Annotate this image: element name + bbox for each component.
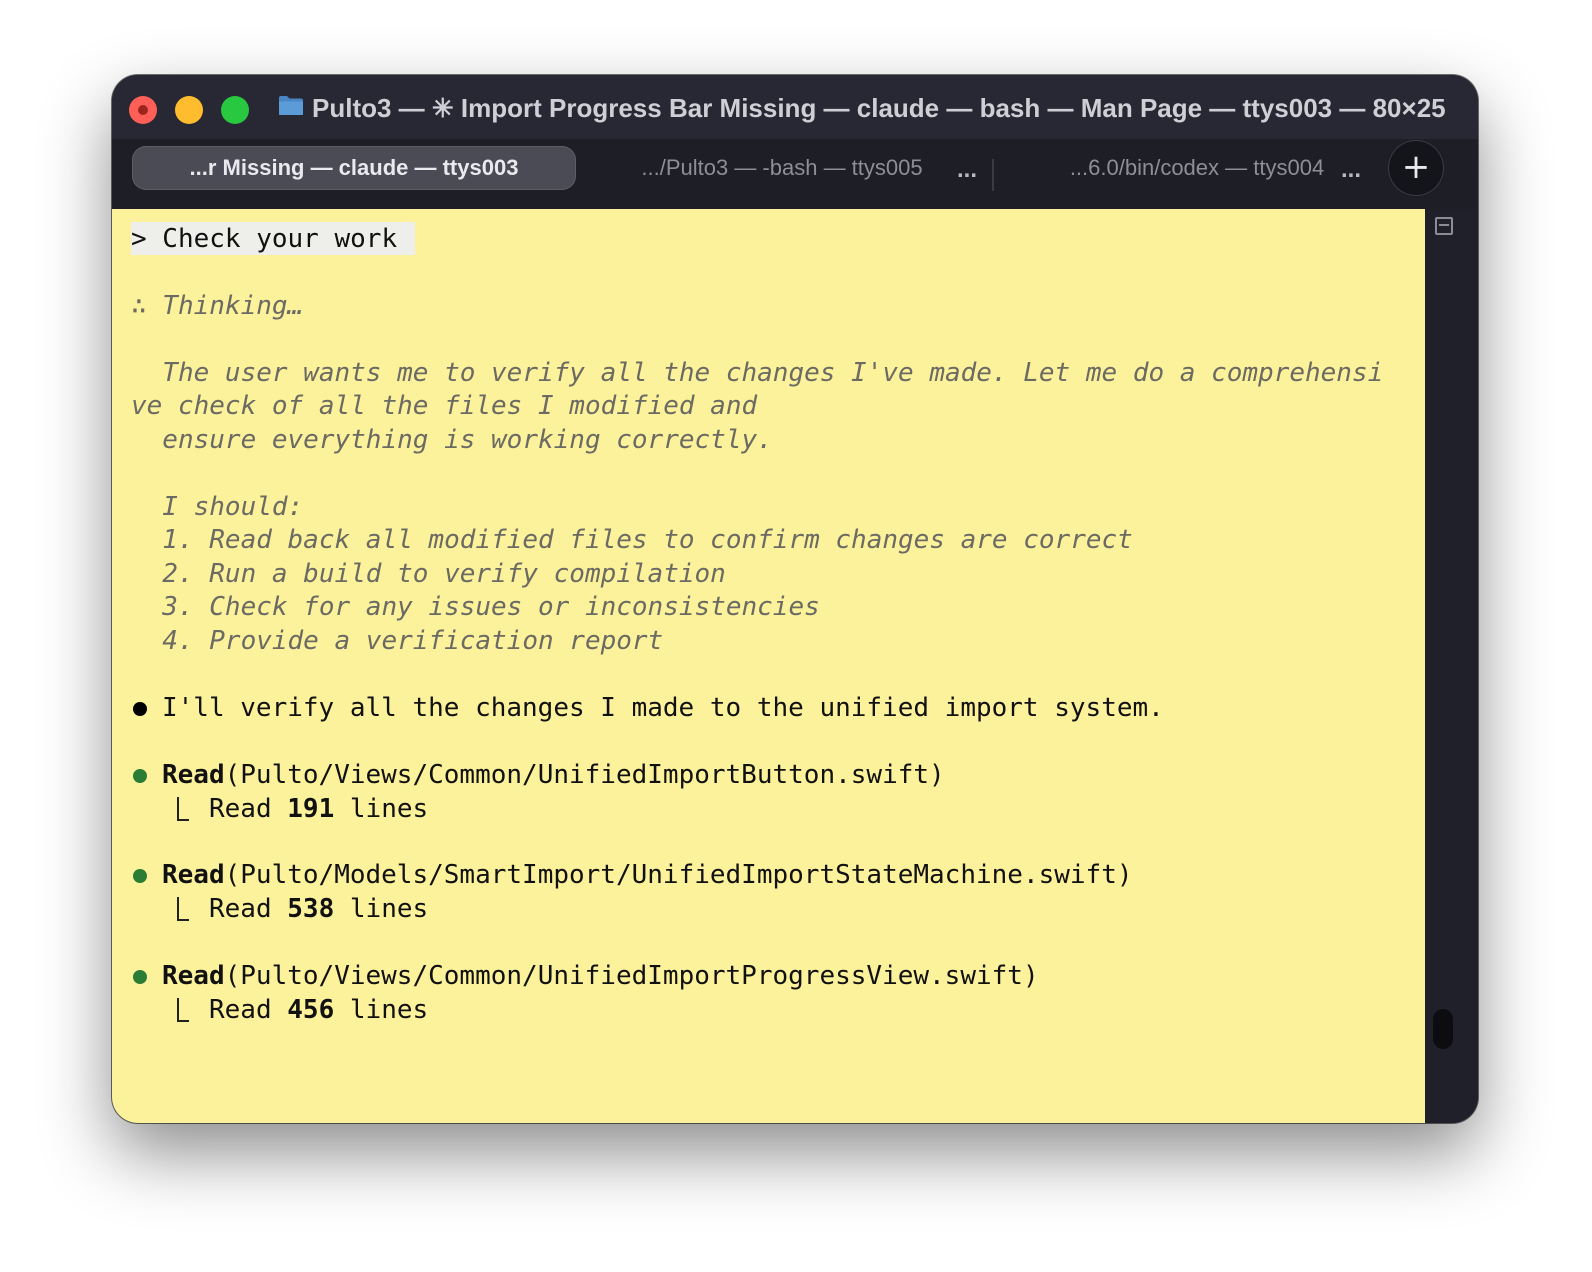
result-prefix: Read [209,794,288,824]
thinking-line: ve check of all the files I modified and [131,391,758,421]
result-suffix: lines [334,894,429,924]
tool-call: Read(Pulto/Views/Common/UnifiedImportBut… [162,758,945,792]
tree-branch-icon [177,897,189,921]
tool-path: (Pulto/Views/Common/UnifiedImportProgres… [224,961,1039,991]
tree-branch-icon [177,797,189,821]
close-button[interactable] [129,96,157,124]
result-suffix: lines [334,995,429,1025]
window-title: Pulto3 — ✳ Import Progress Bar Missing —… [312,93,1446,123]
thinking-line: 3. Check for any issues or inconsistenci… [131,592,820,622]
result-suffix: lines [334,794,429,824]
assistant-message: I'll verify all the changes I made to th… [162,693,1164,723]
zoom-button[interactable] [221,96,249,124]
tool-result: Read 456 lines [209,993,428,1027]
tool-result: Read 538 lines [209,892,428,926]
line-count: 191 [287,794,335,824]
result-prefix: Read [209,894,288,924]
tool-path: (Pulto/Views/Common/UnifiedImportButton.… [224,760,945,790]
thinking-header: ∴ Thinking… [131,291,304,321]
thinking-line: I should: [131,492,304,522]
tool-name: Read [162,760,225,790]
line-count: 538 [287,894,335,924]
tab-codex-ttys004[interactable]: ...6.0/bin/codex — ttys004 [1007,146,1387,190]
tool-status-dot-icon [133,970,147,984]
user-prompt: > Check your work [131,224,398,254]
split-pane-icon[interactable] [1435,217,1453,235]
title-bar[interactable]: Pulto3 — ✳ Import Progress Bar Missing —… [112,75,1478,139]
tool-name: Read [162,860,225,890]
scrollbar-thumb[interactable] [1433,1009,1453,1049]
tab-overflow-icon[interactable]: ... [957,146,977,194]
tool-status-dot-icon [133,869,147,883]
tab-divider [992,159,994,191]
tab-bar: ...r Missing — claude — ttys003 .../Pult… [112,139,1478,209]
tab-bash-ttys005[interactable]: .../Pulto3 — -bash — ttys005 [592,146,972,190]
tool-call: Read(Pulto/Models/SmartImport/UnifiedImp… [162,858,1133,892]
result-prefix: Read [209,995,288,1025]
tool-status-dot-icon [133,769,147,783]
tab-claude-ttys003[interactable]: ...r Missing — claude — ttys003 [132,146,576,190]
line-count: 456 [287,995,335,1025]
terminal-output[interactable]: > Check your work ∴ Thinking… The user w… [112,209,1425,1123]
terminal-window: Pulto3 — ✳ Import Progress Bar Missing —… [112,75,1478,1123]
tree-branch-icon [177,998,189,1022]
thinking-line: The user wants me to verify all the chan… [131,358,1384,388]
thinking-line: 1. Read back all modified files to confi… [131,525,1133,555]
thinking-line: 2. Run a build to verify compilation [131,559,726,589]
thinking-line: 4. Provide a verification report [131,626,664,656]
thinking-line: ensure everything is working correctly. [131,425,773,455]
tool-name: Read [162,961,225,991]
message-bullet-icon [133,702,147,716]
tool-result: Read 191 lines [209,792,428,826]
scrollbar[interactable] [1425,209,1478,1123]
tool-path: (Pulto/Models/SmartImport/UnifiedImportS… [224,860,1133,890]
new-tab-button[interactable]: + [1389,141,1443,195]
tool-call: Read(Pulto/Views/Common/UnifiedImportPro… [162,959,1039,993]
folder-icon [279,96,303,115]
tab-overflow-icon[interactable]: ... [1341,146,1361,194]
minimize-button[interactable] [175,96,203,124]
